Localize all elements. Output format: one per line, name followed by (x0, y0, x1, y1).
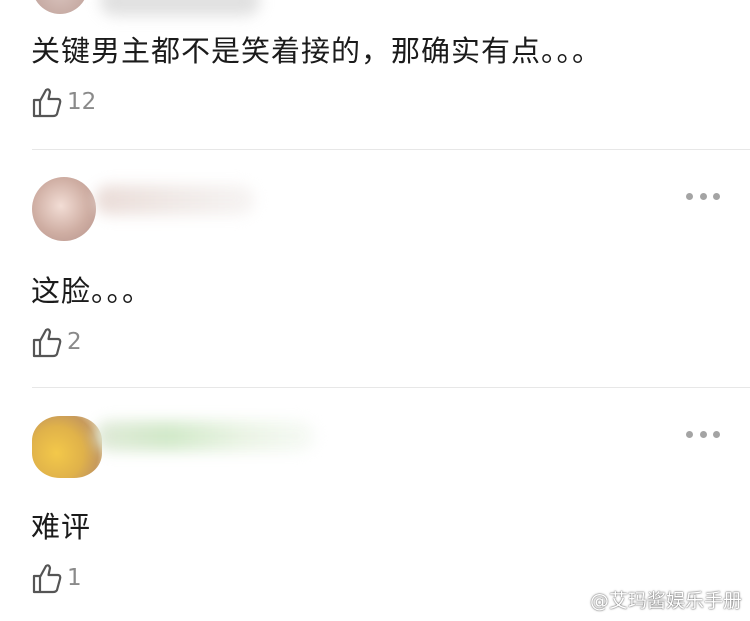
weibo-logo-icon (560, 590, 584, 610)
avatar[interactable] (32, 416, 102, 478)
avatar[interactable] (32, 0, 88, 14)
more-dot (713, 192, 720, 200)
comment-2: 这脸。。。 2 (0, 150, 750, 388)
like-button[interactable]: 2 (32, 326, 82, 358)
username-blurred (95, 421, 315, 451)
like-button[interactable]: 12 (32, 86, 96, 118)
thumbs-up-icon (32, 564, 62, 594)
comment-1: 关键男主都不是笑着接的，那确实有点。。。 12 (0, 0, 750, 150)
watermark-text: @艾玛酱娱乐手册 (589, 590, 742, 612)
comment-text: 关键男主都不是笑着接的，那确实有点。。。 (31, 34, 603, 68)
more-dot (713, 430, 720, 438)
thumbs-up-icon (32, 88, 62, 118)
like-button[interactable]: 1 (32, 562, 82, 594)
more-dot (699, 430, 707, 438)
more-options-button[interactable] (686, 427, 720, 441)
comment-text: 这脸。。。 (31, 274, 153, 308)
like-count: 1 (67, 565, 82, 591)
watermark: @艾玛酱娱乐手册 (560, 586, 742, 613)
like-count: 2 (67, 329, 82, 355)
username-blurred (100, 0, 260, 16)
like-count: 12 (67, 89, 97, 115)
comment-text: 难评 (31, 510, 92, 544)
more-options-button[interactable] (686, 189, 720, 203)
avatar[interactable] (32, 177, 96, 241)
username-blurred (95, 185, 255, 215)
more-dot (686, 192, 693, 200)
more-dot (686, 430, 693, 438)
thumbs-up-icon (32, 328, 62, 358)
more-dot (699, 192, 707, 200)
